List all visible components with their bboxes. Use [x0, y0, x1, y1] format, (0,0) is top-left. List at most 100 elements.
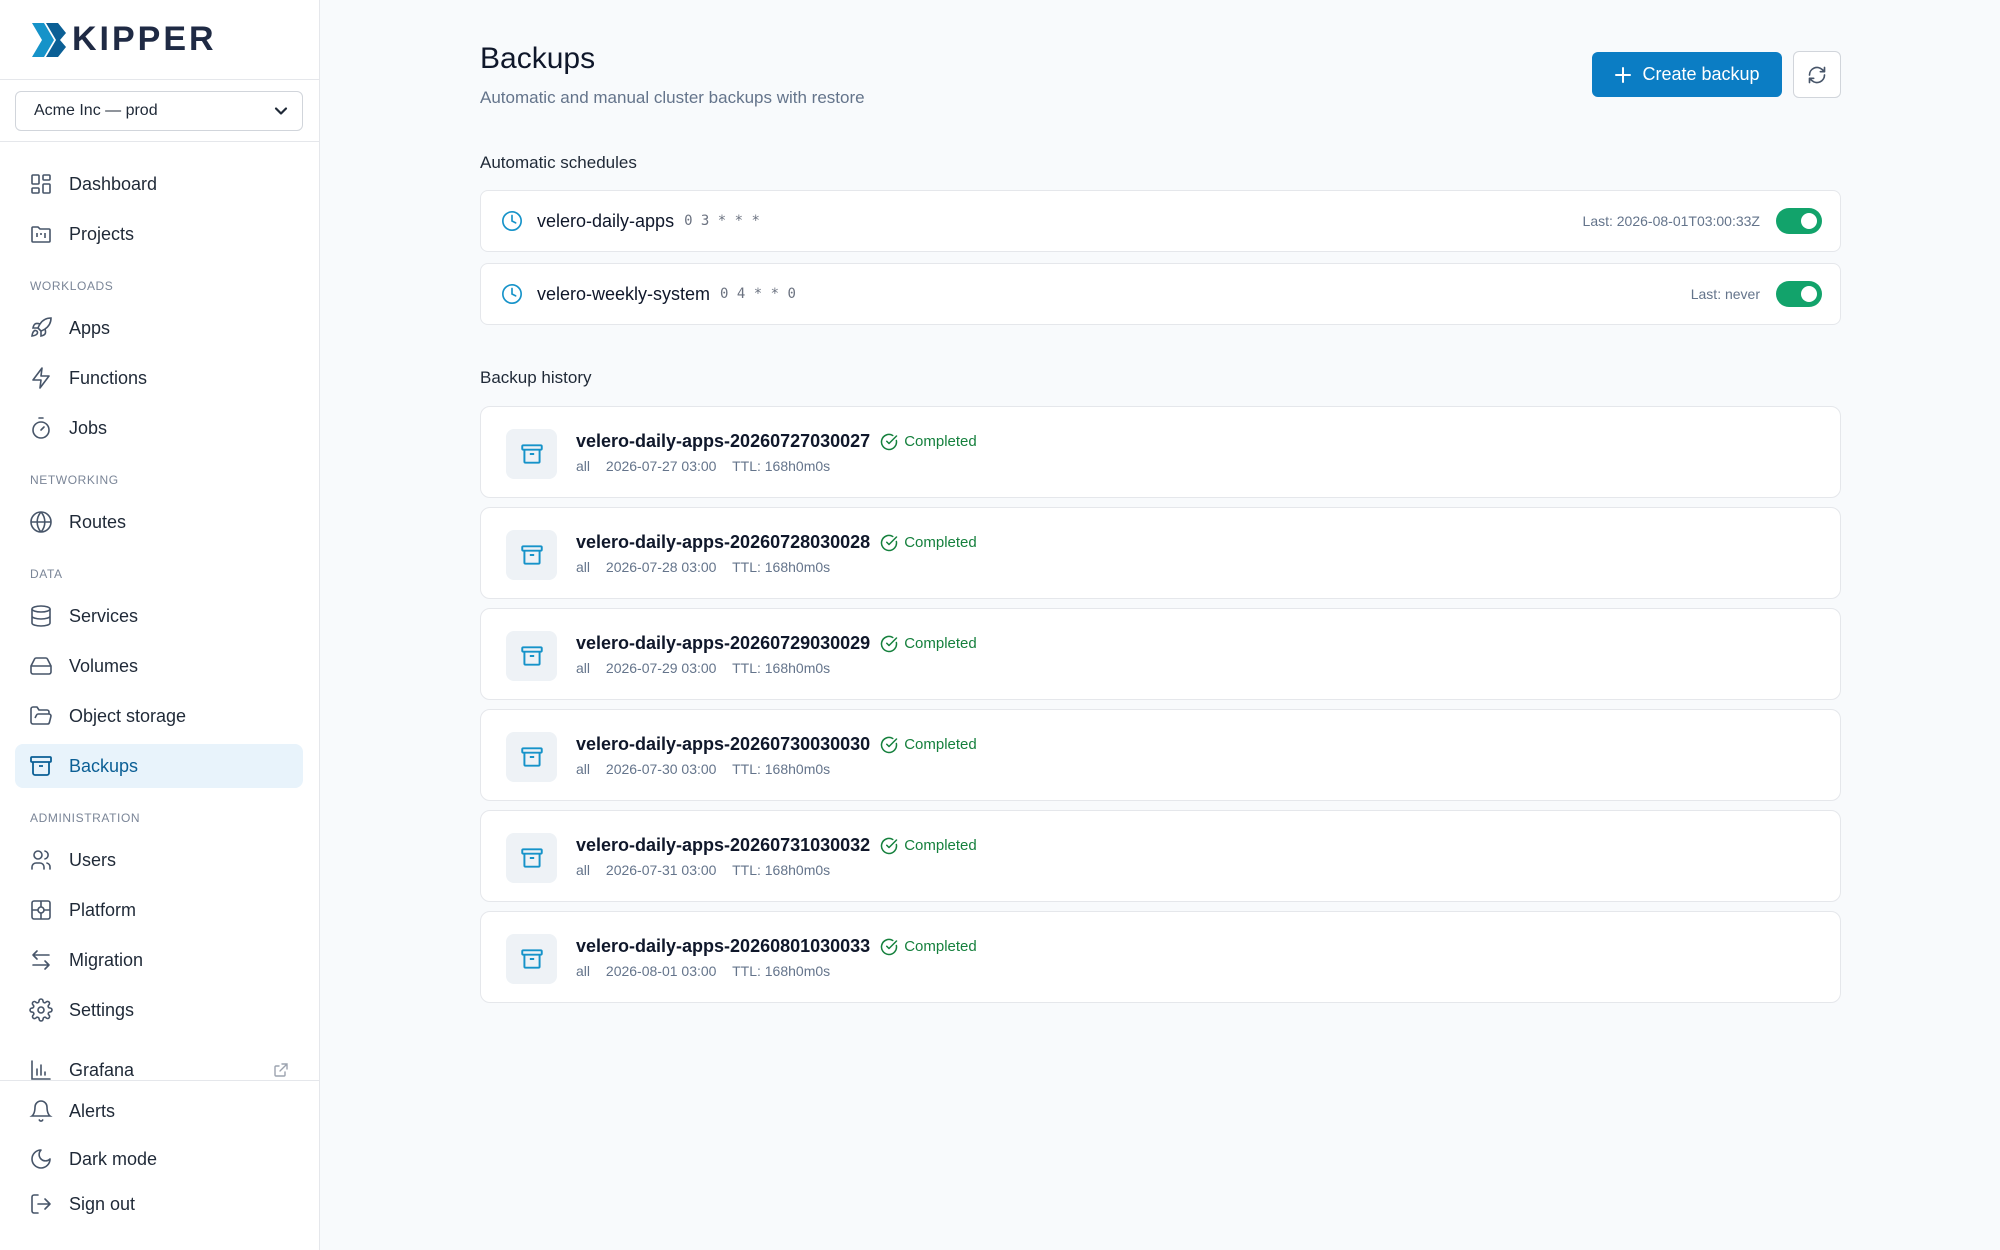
status-text: Completed: [904, 938, 977, 955]
backup-meta: all 2026-07-29 03:00 TTL: 168h0m0s: [576, 660, 842, 676]
nav-section-networking: NETWORKING: [30, 473, 119, 487]
platform-icon: [31, 900, 51, 920]
backup-row[interactable]: velero-daily-apps-20260729030029 Complet…: [480, 608, 1841, 700]
sidebar-item-label: Functions: [69, 367, 148, 388]
sidebar-item-jobs[interactable]: Jobs: [15, 406, 303, 450]
circle-check-icon: [880, 635, 898, 652]
sidebar-item-apps[interactable]: Apps: [15, 306, 303, 350]
org-selector[interactable]: Acme Inc — prod: [15, 91, 303, 131]
refresh-button[interactable]: [1793, 51, 1841, 98]
log-out-icon: [31, 1194, 51, 1214]
backup-title-line: velero-daily-apps-20260730030030 Complet…: [576, 734, 977, 755]
backup-title-line: velero-daily-apps-20260731030032 Complet…: [576, 835, 977, 856]
archive-icon: [520, 444, 543, 464]
backup-row[interactable]: velero-daily-apps-20260727030027 Complet…: [480, 406, 1841, 498]
sidebar-item-projects[interactable]: Projects: [15, 212, 303, 256]
sidebar-item-routes[interactable]: Routes: [15, 500, 303, 544]
schedule-row: velero-weekly-system 0 4 * * 0 Last: nev…: [480, 263, 1841, 325]
page-title: Backups: [480, 42, 596, 75]
backup-meta: all 2026-07-27 03:00 TTL: 168h0m0s: [576, 458, 842, 474]
sidebar-item-label: Apps: [69, 317, 111, 338]
status-text: Completed: [904, 534, 977, 551]
sidebar-item-backups[interactable]: Backups: [15, 744, 303, 788]
sidebar-item-label: Projects: [69, 223, 135, 244]
sidebar-item-dashboard[interactable]: Dashboard: [15, 162, 303, 206]
schedule-enabled-toggle[interactable]: [1776, 208, 1822, 234]
brand-name: KIPPER: [72, 20, 217, 58]
backup-name: velero-daily-apps-20260729030029: [576, 633, 871, 653]
schedule-name: velero-weekly-system: [537, 283, 711, 304]
backup-name: velero-daily-apps-20260731030032: [576, 835, 871, 855]
backup-tile: [506, 732, 557, 782]
status-text: Completed: [904, 837, 977, 854]
status-badge: Completed: [880, 534, 977, 552]
dashboard-icon: [31, 174, 51, 194]
backup-ttl: TTL: 168h0m0s: [732, 458, 831, 474]
nav-section-workloads: WORKLOADS: [30, 279, 114, 293]
backup-scope: all: [576, 660, 591, 676]
sign-out-button[interactable]: Sign out: [15, 1182, 303, 1226]
sidebar-item-settings[interactable]: Settings: [15, 988, 303, 1032]
backup-time: 2026-07-30 03:00: [605, 761, 717, 777]
database-icon: [31, 605, 51, 627]
backup-name: velero-daily-apps-20260730030030: [576, 734, 871, 754]
circle-check-icon: [880, 534, 898, 551]
toggle-knob: [1801, 286, 1817, 302]
schedule-enabled-toggle[interactable]: [1776, 281, 1822, 307]
kipper-logo-icon: [32, 22, 66, 57]
backup-meta: all 2026-07-31 03:00 TTL: 168h0m0s: [576, 862, 842, 878]
alerts-label: Alerts: [69, 1100, 116, 1121]
backup-row[interactable]: velero-daily-apps-20260730030030 Complet…: [480, 709, 1841, 801]
create-backup-button[interactable]: Create backup: [1592, 52, 1782, 97]
bell-icon: [29, 1100, 53, 1122]
backup-title-line: velero-daily-apps-20260801030033 Complet…: [576, 936, 977, 957]
sidebar-item-label: Object storage: [69, 705, 187, 726]
backup-title-line: velero-daily-apps-20260729030029 Complet…: [576, 633, 977, 654]
backup-ttl: TTL: 168h0m0s: [732, 862, 831, 878]
dark-mode-toggle[interactable]: Dark mode: [15, 1137, 303, 1181]
sidebar-item-label: Migration: [69, 949, 144, 970]
backup-meta: all 2026-07-28 03:00 TTL: 168h0m0s: [576, 559, 842, 575]
sidebar-item-object-storage[interactable]: Object storage: [15, 694, 303, 738]
archive-icon: [520, 949, 543, 969]
alerts-button[interactable]: Alerts: [15, 1089, 303, 1133]
toggle-knob: [1801, 213, 1817, 229]
backup-row[interactable]: velero-daily-apps-20260801030033 Complet…: [480, 911, 1841, 1003]
schedule-row: velero-daily-apps 0 3 * * * Last: 2026-0…: [480, 190, 1841, 252]
sidebar-item-platform[interactable]: Platform: [15, 888, 303, 932]
backup-tile: [506, 934, 557, 984]
sidebar-item-label: Dashboard: [69, 173, 158, 194]
sidebar-item-volumes[interactable]: Volumes: [15, 644, 303, 688]
backup-scope: all: [576, 559, 591, 575]
sidebar-item-label: Users: [69, 849, 117, 870]
schedules-heading: Automatic schedules: [480, 153, 637, 172]
timer-icon: [32, 417, 50, 439]
arrow-left-right-icon: [32, 950, 50, 970]
sidebar-item-label: Backups: [69, 755, 139, 776]
folder-open-icon: [30, 706, 52, 725]
users-icon: [31, 850, 51, 870]
sidebar-item-label: Platform: [69, 899, 137, 920]
archive-icon: [520, 747, 543, 767]
backup-ttl: TTL: 168h0m0s: [732, 963, 831, 979]
status-text: Completed: [904, 635, 977, 652]
schedule-last-run: Last: never: [1690, 286, 1760, 302]
circle-check-icon: [880, 837, 898, 854]
schedule-last-run: Last: 2026-08-01T03:00:33Z: [1582, 213, 1760, 229]
sidebar-item-users[interactable]: Users: [15, 838, 303, 882]
backup-scope: all: [576, 862, 591, 878]
backup-row[interactable]: velero-daily-apps-20260728030028 Complet…: [480, 507, 1841, 599]
schedule-cron: 0 4 * * 0: [720, 286, 796, 302]
circle-check-icon: [880, 938, 898, 955]
sidebar-item-functions[interactable]: Functions: [15, 356, 303, 400]
sidebar-item-services[interactable]: Services: [15, 594, 303, 638]
backup-row[interactable]: velero-daily-apps-20260731030032 Complet…: [480, 810, 1841, 902]
chevron-down-icon: [274, 107, 288, 115]
sidebar-item-migration[interactable]: Migration: [15, 938, 303, 982]
backup-time: 2026-07-27 03:00: [605, 458, 717, 474]
brand[interactable]: KIPPER: [0, 0, 319, 80]
org-selector-wrap: Acme Inc — prod: [0, 80, 319, 142]
backup-time: 2026-07-28 03:00: [605, 559, 717, 575]
sidebar-item-label: Jobs: [69, 417, 108, 438]
folder-kanban-icon: [31, 226, 51, 243]
